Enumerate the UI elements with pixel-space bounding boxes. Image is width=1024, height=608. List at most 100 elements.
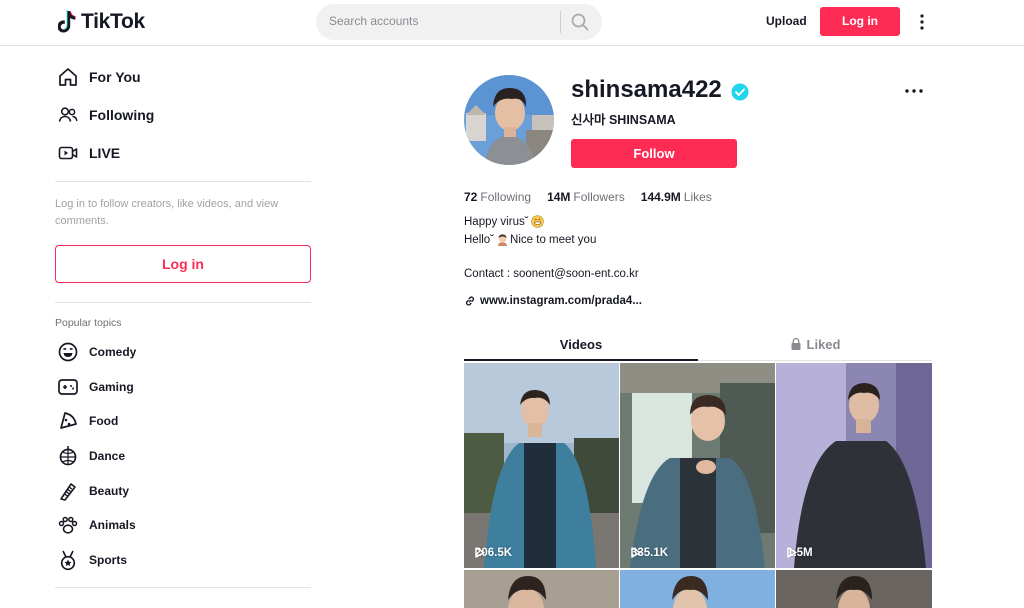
tiktok-logo[interactable]: TikTok	[58, 9, 145, 35]
video-grid: 206.5K 335.1K 1.5M	[464, 363, 932, 608]
search-placeholder: Search accounts	[329, 14, 419, 28]
following-icon	[58, 107, 78, 122]
search-separator	[560, 11, 561, 33]
play-icon	[787, 547, 797, 558]
sidebar-item-label: Following	[89, 107, 155, 123]
stat-label: Followers	[573, 190, 625, 204]
video-cover	[464, 363, 619, 568]
beauty-icon	[60, 482, 76, 501]
lock-icon	[791, 337, 801, 350]
sidebar-item-for-you[interactable]: For You	[55, 58, 313, 96]
profile-username: shinsama422	[571, 76, 722, 103]
topic-label: Food	[89, 414, 119, 429]
profile-link-text: www.instagram.com/prada4...	[480, 295, 642, 307]
tiktok-logo-icon	[58, 9, 76, 33]
video-thumbnail[interactable]	[464, 570, 619, 608]
home-icon	[59, 68, 77, 86]
topic-label: Animals	[89, 518, 136, 533]
video-thumbnail[interactable]: 1.5M	[776, 363, 932, 568]
login-button-sidebar[interactable]: Log in	[55, 245, 311, 283]
topic-label: Gaming	[89, 379, 134, 394]
video-views: 206.5K	[475, 547, 512, 559]
stat-value: 14M	[547, 190, 571, 204]
sports-icon	[60, 550, 76, 571]
play-icon	[475, 547, 485, 558]
stat-label: Following	[480, 190, 532, 204]
video-thumbnail[interactable]: 206.5K	[464, 363, 619, 568]
link-icon	[465, 296, 475, 306]
bio-text: Hello˘	[464, 233, 495, 246]
bio-line-2: Hello˘ Nice to meet you	[464, 233, 596, 246]
play-icon	[631, 547, 641, 558]
bio-text: Happy virus˘	[464, 215, 529, 228]
sidebar: For You Following LIVE Log in to follow …	[55, 58, 313, 589]
topic-label: Beauty	[89, 483, 130, 498]
sidebar-divider	[55, 587, 311, 589]
person-emoji-icon	[497, 234, 508, 246]
grin-emoji-icon	[530, 215, 544, 228]
more-horizontal-icon[interactable]	[904, 84, 924, 98]
video-cover	[776, 570, 932, 608]
topic-beauty[interactable]: Beauty	[55, 473, 313, 508]
sidebar-divider	[55, 302, 311, 303]
profile-link[interactable]: www.instagram.com/prada4...	[464, 295, 642, 307]
profile-stats: 72 Following 14M Followers 144.9M Likes	[464, 190, 712, 204]
verified-badge-icon	[731, 83, 749, 101]
profile-display-name: 신사마 SHINSAMA	[571, 113, 676, 127]
sidebar-divider	[55, 181, 311, 182]
food-icon	[60, 412, 77, 430]
stat-value: 144.9M	[640, 190, 681, 204]
popular-topics-title: Popular topics	[55, 317, 122, 329]
animals-icon	[58, 517, 78, 534]
profile-tabs: Videos Liked	[464, 333, 932, 361]
sidebar-item-label: For You	[89, 69, 141, 85]
video-views: 335.1K	[631, 547, 668, 559]
video-cover	[464, 570, 619, 608]
sidebar-item-following[interactable]: Following	[55, 96, 313, 134]
comedy-icon	[58, 342, 78, 362]
stat-followers[interactable]: 14M Followers	[547, 190, 625, 204]
upload-link[interactable]: Upload	[766, 14, 807, 28]
bio-line-1: Happy virus˘	[464, 215, 544, 228]
topic-label: Dance	[89, 449, 126, 464]
tab-videos[interactable]: Videos	[464, 333, 698, 361]
profile-avatar	[464, 75, 554, 165]
topic-label: Sports	[89, 552, 128, 567]
stat-value: 72	[464, 190, 478, 204]
sidebar-item-label: LIVE	[89, 145, 121, 161]
live-icon	[58, 146, 78, 160]
avatar-photo	[464, 75, 554, 165]
video-cover	[620, 363, 775, 568]
more-vertical-icon[interactable]	[916, 12, 928, 32]
login-hint-text: Log in to follow creators, like videos, …	[55, 198, 279, 227]
sidebar-item-live[interactable]: LIVE	[55, 134, 313, 172]
tab-liked[interactable]: Liked	[698, 333, 932, 361]
top-header: TikTok Search accounts Upload Log in	[0, 0, 1024, 46]
video-thumbnail[interactable]	[620, 570, 775, 608]
search-input[interactable]: Search accounts	[316, 4, 602, 40]
follow-button[interactable]: Follow	[571, 139, 737, 168]
tab-liked-label: Liked	[806, 337, 841, 352]
topic-animals[interactable]: Animals	[55, 508, 313, 543]
bio-contact: Contact : soonent@soon-ent.co.kr	[464, 268, 639, 280]
video-thumbnail[interactable]	[776, 570, 932, 608]
video-cover	[620, 570, 775, 608]
stat-likes: 144.9M Likes	[641, 190, 712, 204]
dance-icon	[59, 446, 77, 466]
topic-dance[interactable]: Dance	[55, 439, 313, 474]
topic-label: Comedy	[89, 345, 137, 360]
bio-text: Nice to meet you	[510, 233, 597, 246]
video-thumbnail[interactable]: 335.1K	[620, 363, 775, 568]
login-button-header[interactable]: Log in	[820, 7, 900, 36]
topic-comedy[interactable]: Comedy	[55, 335, 313, 370]
video-cover	[776, 363, 932, 568]
topic-gaming[interactable]: Gaming	[55, 370, 313, 405]
topic-food[interactable]: Food	[55, 404, 313, 439]
topic-sports[interactable]: Sports	[55, 543, 313, 578]
stat-following[interactable]: 72 Following	[464, 190, 531, 204]
logo-text: TikTok	[81, 10, 145, 33]
search-icon[interactable]	[570, 12, 590, 32]
video-views: 1.5M	[787, 547, 813, 559]
stat-label: Likes	[683, 190, 712, 204]
gaming-icon	[58, 379, 78, 395]
